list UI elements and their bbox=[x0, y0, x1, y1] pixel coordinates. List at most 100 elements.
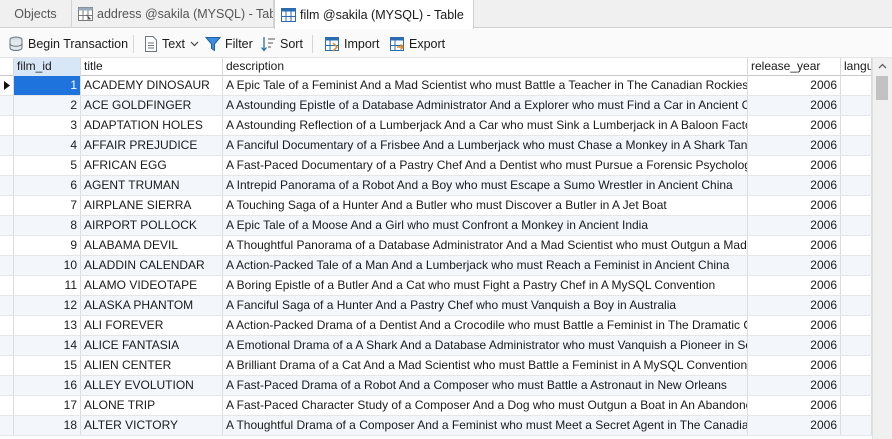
begin-transaction-button[interactable]: Begin Transaction bbox=[8, 34, 128, 54]
cell-film-id[interactable]: 13 bbox=[14, 316, 81, 335]
filter-button[interactable]: Filter bbox=[205, 34, 253, 54]
cell-title[interactable]: ALAMO VIDEOTAPE bbox=[81, 276, 223, 295]
cell-title[interactable]: ALABAMA DEVIL bbox=[81, 236, 223, 255]
table-row[interactable]: 11 ALAMO VIDEOTAPE A Boring Epistle of a B… bbox=[0, 276, 872, 296]
row-indicator[interactable] bbox=[0, 416, 14, 435]
row-indicator[interactable] bbox=[0, 256, 14, 275]
cell-description[interactable]: A Epic Tale of a Moose And a Girl who mu… bbox=[223, 216, 748, 235]
cell-language[interactable] bbox=[841, 296, 872, 315]
cell-film-id[interactable]: 18 bbox=[14, 416, 81, 435]
cell-film-id[interactable]: 12 bbox=[14, 296, 81, 315]
row-indicator[interactable] bbox=[0, 396, 14, 415]
column-header-release-year[interactable]: release_year bbox=[748, 58, 841, 76]
cell-language[interactable] bbox=[841, 376, 872, 395]
cell-release-year[interactable]: 2006 bbox=[748, 136, 841, 155]
cell-description[interactable]: A Brilliant Drama of a Cat And a Mad Sci… bbox=[223, 356, 748, 375]
cell-film-id[interactable]: 8 bbox=[14, 216, 81, 235]
cell-language[interactable] bbox=[841, 76, 872, 95]
export-button[interactable]: Export bbox=[389, 34, 445, 54]
table-row[interactable]: 18 ALTER VICTORY A Thoughtful Drama of a C… bbox=[0, 416, 872, 436]
cell-title[interactable]: AFRICAN EGG bbox=[81, 156, 223, 175]
cell-release-year[interactable]: 2006 bbox=[748, 96, 841, 115]
table-row[interactable]: 12 ALASKA PHANTOM A Fanciful Saga of a Hun… bbox=[0, 296, 872, 316]
table-row[interactable]: 7 AIRPLANE SIERRA A Touching Saga of a Hun… bbox=[0, 196, 872, 216]
table-row[interactable]: 15 ALIEN CENTER A Brilliant Drama of a Cat… bbox=[0, 356, 872, 376]
cell-language[interactable] bbox=[841, 216, 872, 235]
scrollbar-thumb[interactable] bbox=[876, 76, 888, 100]
cell-release-year[interactable]: 2006 bbox=[748, 396, 841, 415]
cell-language[interactable] bbox=[841, 196, 872, 215]
cell-film-id[interactable]: 7 bbox=[14, 196, 81, 215]
cell-title[interactable]: ADAPTATION HOLES bbox=[81, 116, 223, 135]
table-row[interactable]: 1 ACADEMY DINOSAUR A Epic Tale of a Femini… bbox=[0, 76, 872, 96]
cell-language[interactable] bbox=[841, 356, 872, 375]
cell-release-year[interactable]: 2006 bbox=[748, 416, 841, 435]
cell-title[interactable]: ACE GOLDFINGER bbox=[81, 96, 223, 115]
column-header-description[interactable]: description bbox=[223, 58, 748, 76]
row-indicator[interactable] bbox=[0, 296, 14, 315]
cell-title[interactable]: ALI FOREVER bbox=[81, 316, 223, 335]
row-indicator[interactable] bbox=[0, 136, 14, 155]
cell-description[interactable]: A Thoughtful Drama of a Composer And a F… bbox=[223, 416, 748, 435]
cell-language[interactable] bbox=[841, 336, 872, 355]
cell-title[interactable]: AFFAIR PREJUDICE bbox=[81, 136, 223, 155]
row-indicator[interactable] bbox=[0, 196, 14, 215]
tab-film-table[interactable]: film @sakila (MYSQL) - Table bbox=[274, 0, 474, 29]
cell-release-year[interactable]: 2006 bbox=[748, 336, 841, 355]
cell-release-year[interactable]: 2006 bbox=[748, 356, 841, 375]
cell-title[interactable]: AIRPLANE SIERRA bbox=[81, 196, 223, 215]
cell-description[interactable]: A Epic Tale of a Feminist And a Mad Scie… bbox=[223, 76, 748, 95]
cell-release-year[interactable]: 2006 bbox=[748, 256, 841, 275]
tab-address-table[interactable]: address @sakila (MYSQL) - Table bbox=[72, 0, 274, 28]
row-indicator[interactable] bbox=[0, 376, 14, 395]
table-row[interactable]: 5 AFRICAN EGG A Fast-Paced Documentary of … bbox=[0, 156, 872, 176]
cell-release-year[interactable]: 2006 bbox=[748, 76, 841, 95]
row-indicator[interactable] bbox=[0, 116, 14, 135]
cell-title[interactable]: ALADDIN CALENDAR bbox=[81, 256, 223, 275]
row-indicator[interactable] bbox=[0, 276, 14, 295]
table-row[interactable]: 13 ALI FOREVER A Action-Packed Drama of a … bbox=[0, 316, 872, 336]
cell-language[interactable] bbox=[841, 96, 872, 115]
tab-objects[interactable]: Objects bbox=[0, 0, 72, 28]
row-indicator[interactable] bbox=[0, 76, 14, 95]
cell-description[interactable]: A Emotional Drama of a A Shark And a Dat… bbox=[223, 336, 748, 355]
cell-film-id[interactable]: 4 bbox=[14, 136, 81, 155]
table-row[interactable]: 2 ACE GOLDFINGER A Astounding Epistle of a… bbox=[0, 96, 872, 116]
row-indicator[interactable] bbox=[0, 316, 14, 335]
row-indicator[interactable] bbox=[0, 156, 14, 175]
cell-description[interactable]: A Fanciful Documentary of a Frisbee And … bbox=[223, 136, 748, 155]
cell-title[interactable]: ACADEMY DINOSAUR bbox=[81, 76, 223, 95]
cell-release-year[interactable]: 2006 bbox=[748, 176, 841, 195]
table-row[interactable]: 17 ALONE TRIP A Fast-Paced Character Study… bbox=[0, 396, 872, 416]
cell-language[interactable] bbox=[841, 396, 872, 415]
scroll-up-button[interactable] bbox=[873, 58, 892, 74]
cell-release-year[interactable]: 2006 bbox=[748, 236, 841, 255]
cell-description[interactable]: A Fast-Paced Character Study of a Compos… bbox=[223, 396, 748, 415]
cell-description[interactable]: A Fast-Paced Documentary of a Pastry Che… bbox=[223, 156, 748, 175]
column-header-title[interactable]: title bbox=[81, 58, 223, 76]
cell-release-year[interactable]: 2006 bbox=[748, 316, 841, 335]
table-row[interactable]: 9 ALABAMA DEVIL A Thoughtful Panorama of a… bbox=[0, 236, 872, 256]
table-row[interactable]: 3 ADAPTATION HOLES A Astounding Reflection… bbox=[0, 116, 872, 136]
cell-film-id[interactable]: 15 bbox=[14, 356, 81, 375]
cell-release-year[interactable]: 2006 bbox=[748, 276, 841, 295]
row-indicator[interactable] bbox=[0, 216, 14, 235]
cell-title[interactable]: ALASKA PHANTOM bbox=[81, 296, 223, 315]
cell-language[interactable] bbox=[841, 176, 872, 195]
row-indicator[interactable] bbox=[0, 336, 14, 355]
cell-title[interactable]: AIRPORT POLLOCK bbox=[81, 216, 223, 235]
text-button[interactable]: Text bbox=[144, 34, 203, 54]
row-indicator[interactable] bbox=[0, 96, 14, 115]
cell-title[interactable]: ALICE FANTASIA bbox=[81, 336, 223, 355]
cell-film-id[interactable]: 14 bbox=[14, 336, 81, 355]
cell-release-year[interactable]: 2006 bbox=[748, 116, 841, 135]
cell-description[interactable]: A Action-Packed Drama of a Dentist And a… bbox=[223, 316, 748, 335]
column-header-language[interactable]: langu bbox=[841, 58, 872, 76]
cell-title[interactable]: ALLEY EVOLUTION bbox=[81, 376, 223, 395]
table-row[interactable]: 14 ALICE FANTASIA A Emotional Drama of a A… bbox=[0, 336, 872, 356]
cell-description[interactable]: A Action-Packed Tale of a Man And a Lumb… bbox=[223, 256, 748, 275]
cell-language[interactable] bbox=[841, 156, 872, 175]
cell-title[interactable]: ALIEN CENTER bbox=[81, 356, 223, 375]
cell-film-id[interactable]: 17 bbox=[14, 396, 81, 415]
cell-release-year[interactable]: 2006 bbox=[748, 196, 841, 215]
